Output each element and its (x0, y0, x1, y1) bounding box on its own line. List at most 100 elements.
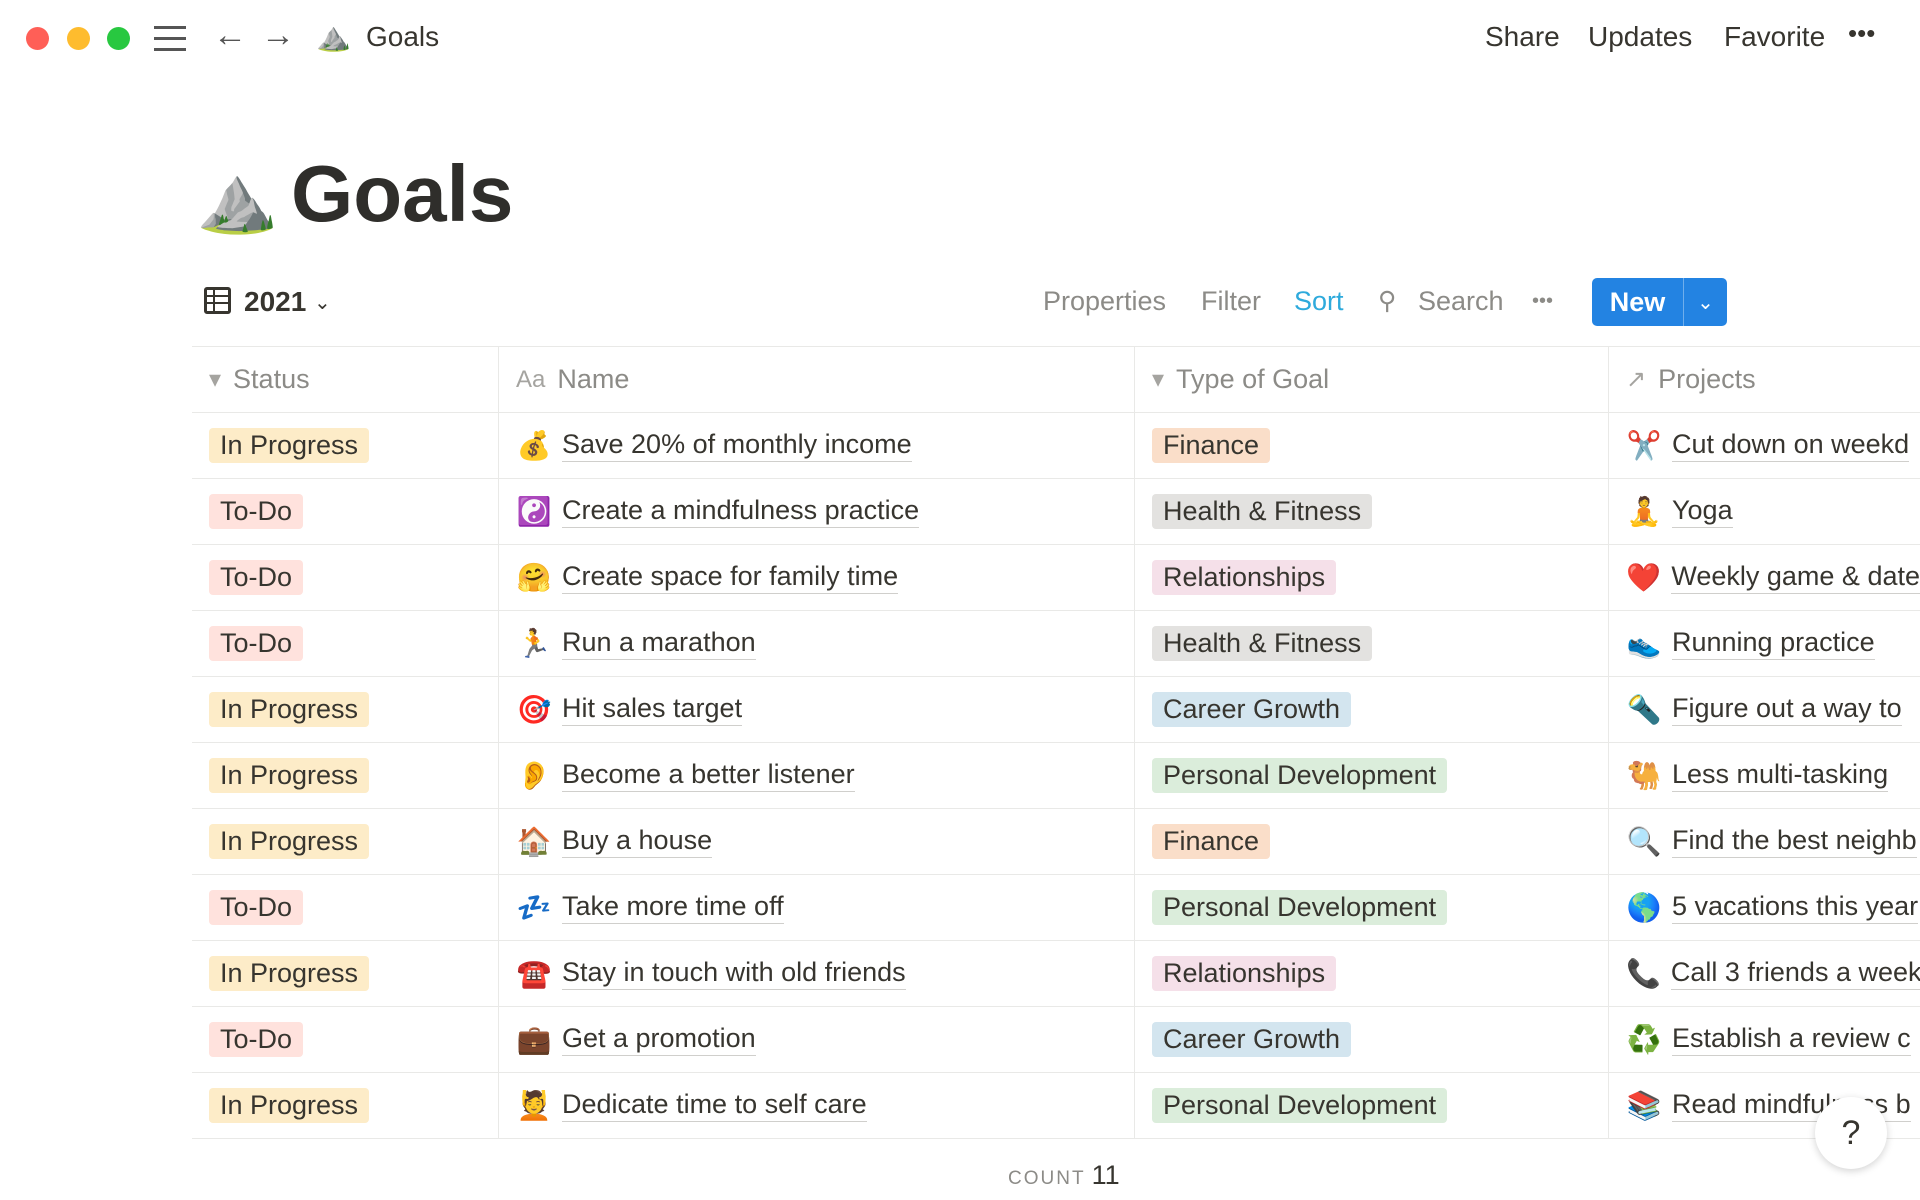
name-cell[interactable]: ☎️ Stay in touch with old friends (499, 941, 1135, 1006)
search-button[interactable]: Search (1418, 286, 1504, 317)
favorite-button[interactable]: Favorite (1724, 21, 1825, 53)
status-cell[interactable]: In Progress (192, 677, 499, 742)
status-cell[interactable]: In Progress (192, 413, 499, 478)
back-arrow-icon[interactable]: ← (213, 16, 247, 55)
view-selector[interactable]: 2021 (244, 286, 306, 318)
goal-name-link[interactable]: Hit sales target (562, 693, 743, 726)
new-button-label[interactable]: New (1592, 287, 1683, 318)
projects-cell[interactable]: ✂️ Cut down on weekd (1609, 413, 1920, 478)
table-row[interactable]: In Progress 🎯 Hit sales target Career Growt… (192, 677, 1920, 743)
status-cell[interactable]: To-Do (192, 479, 499, 544)
name-cell[interactable]: 💆 Dedicate time to self care (499, 1073, 1135, 1138)
name-cell[interactable]: 🎯 Hit sales target (499, 677, 1135, 742)
breadcrumb[interactable]: Goals (366, 21, 439, 53)
page-title[interactable]: Goals (291, 148, 513, 240)
type-cell[interactable]: Career Growth (1135, 1007, 1609, 1072)
goal-name-link[interactable]: Run a marathon (562, 627, 756, 660)
project-link[interactable]: Call 3 friends a week (1670, 957, 1920, 990)
name-cell[interactable]: 🤗 Create space for family time (499, 545, 1135, 610)
status-cell[interactable]: To-Do (192, 545, 499, 610)
projects-cell[interactable]: 📞 Call 3 friends a week (1609, 941, 1920, 1006)
column-header-status[interactable]: ▾ Status (192, 347, 499, 412)
type-cell[interactable]: Relationships (1135, 545, 1609, 610)
type-cell[interactable]: Health & Fitness (1135, 479, 1609, 544)
type-cell[interactable]: Finance (1135, 413, 1609, 478)
help-button[interactable]: ? (1815, 1097, 1887, 1169)
goal-name-link[interactable]: Create space for family time (562, 561, 899, 594)
goal-name-link[interactable]: Take more time off (562, 891, 784, 924)
type-cell[interactable]: Personal Development (1135, 1073, 1609, 1138)
share-button[interactable]: Share (1485, 21, 1560, 53)
minimize-window-button[interactable] (67, 27, 90, 50)
type-cell[interactable]: Personal Development (1135, 875, 1609, 940)
menu-icon[interactable] (154, 26, 186, 59)
search-icon[interactable]: ⚲ (1378, 286, 1396, 316)
project-link[interactable]: Cut down on weekd (1672, 429, 1910, 462)
table-row[interactable]: To-Do 🏃 Run a marathon Health & Fitness 👟 Run… (192, 611, 1920, 677)
goal-name-link[interactable]: Dedicate time to self care (562, 1089, 867, 1122)
projects-cell[interactable]: 🌎 5 vacations this year (1609, 875, 1920, 940)
table-row[interactable]: In Progress 👂 Become a better listener Pers… (192, 743, 1920, 809)
table-row[interactable]: To-Do 🤗 Create space for family time Relati… (192, 545, 1920, 611)
name-cell[interactable]: 💼 Get a promotion (499, 1007, 1135, 1072)
status-cell[interactable]: In Progress (192, 809, 499, 874)
goal-name-link[interactable]: Get a promotion (562, 1023, 756, 1056)
projects-cell[interactable]: 👟 Running practice (1609, 611, 1920, 676)
project-link[interactable]: Establish a review c (1672, 1023, 1911, 1056)
project-link[interactable]: Find the best neighb (1672, 825, 1917, 858)
table-row[interactable]: In Progress 🏠 Buy a house Finance 🔍 Find the … (192, 809, 1920, 875)
status-cell[interactable]: To-Do (192, 611, 499, 676)
table-row[interactable]: To-Do 💼 Get a promotion Career Growth ♻️ Esta… (192, 1007, 1920, 1073)
name-cell[interactable]: 🏠 Buy a house (499, 809, 1135, 874)
goal-name-link[interactable]: Create a mindfulness practice (562, 495, 920, 528)
column-header-projects[interactable]: ↗ Projects (1609, 347, 1920, 412)
table-row[interactable]: To-Do ☯️ Create a mindfulness practice Heal… (192, 479, 1920, 545)
project-link[interactable]: 5 vacations this year (1672, 891, 1919, 924)
filter-button[interactable]: Filter (1201, 286, 1261, 317)
name-cell[interactable]: ☯️ Create a mindfulness practice (499, 479, 1135, 544)
type-cell[interactable]: Relationships (1135, 941, 1609, 1006)
more-options-icon[interactable]: ••• (1848, 18, 1875, 49)
status-cell[interactable]: To-Do (192, 1007, 499, 1072)
chevron-down-icon[interactable]: ⌄ (314, 290, 331, 315)
goal-name-link[interactable]: Save 20% of monthly income (562, 429, 912, 462)
page-icon[interactable]: ⛰️ (196, 160, 278, 238)
column-header-name[interactable]: Aa Name (499, 347, 1135, 412)
projects-cell[interactable]: 🔍 Find the best neighb (1609, 809, 1920, 874)
projects-cell[interactable]: ♻️ Establish a review c (1609, 1007, 1920, 1072)
updates-button[interactable]: Updates (1588, 21, 1692, 53)
projects-cell[interactable]: 🧘 Yoga (1609, 479, 1920, 544)
sort-button[interactable]: Sort (1294, 286, 1344, 317)
project-link[interactable]: Yoga (1672, 495, 1733, 528)
status-cell[interactable]: To-Do (192, 875, 499, 940)
goal-name-link[interactable]: Stay in touch with old friends (562, 957, 906, 990)
new-button[interactable]: New ⌄ (1592, 278, 1727, 326)
view-more-icon[interactable]: ••• (1532, 290, 1553, 313)
status-cell[interactable]: In Progress (192, 1073, 499, 1138)
forward-arrow-icon[interactable]: → (261, 16, 295, 55)
name-cell[interactable]: 👂 Become a better listener (499, 743, 1135, 808)
properties-button[interactable]: Properties (1043, 286, 1166, 317)
type-cell[interactable]: Health & Fitness (1135, 611, 1609, 676)
table-row[interactable]: In Progress 💰 Save 20% of monthly income Fi… (192, 413, 1920, 479)
status-cell[interactable]: In Progress (192, 941, 499, 1006)
maximize-window-button[interactable] (107, 27, 130, 50)
projects-cell[interactable]: 🐫 Less multi-tasking (1609, 743, 1920, 808)
type-cell[interactable]: Finance (1135, 809, 1609, 874)
name-cell[interactable]: 💤 Take more time off (499, 875, 1135, 940)
projects-cell[interactable]: 🔦 Figure out a way to (1609, 677, 1920, 742)
close-window-button[interactable] (26, 27, 49, 50)
project-link[interactable]: Less multi-tasking (1672, 759, 1889, 792)
type-cell[interactable]: Personal Development (1135, 743, 1609, 808)
goal-name-link[interactable]: Buy a house (562, 825, 713, 858)
table-row[interactable]: In Progress ☎️ Stay in touch with old frie… (192, 941, 1920, 1007)
project-link[interactable]: Weekly game & date (1671, 561, 1920, 594)
name-cell[interactable]: 💰 Save 20% of monthly income (499, 413, 1135, 478)
new-dropdown-chevron-icon[interactable]: ⌄ (1683, 278, 1727, 326)
column-header-type[interactable]: ▾ Type of Goal (1135, 347, 1609, 412)
table-row[interactable]: In Progress 💆 Dedicate time to self care Pe… (192, 1073, 1920, 1139)
project-link[interactable]: Figure out a way to (1672, 693, 1902, 726)
goal-name-link[interactable]: Become a better listener (562, 759, 855, 792)
projects-cell[interactable]: ❤️ Weekly game & date (1609, 545, 1920, 610)
type-cell[interactable]: Career Growth (1135, 677, 1609, 742)
